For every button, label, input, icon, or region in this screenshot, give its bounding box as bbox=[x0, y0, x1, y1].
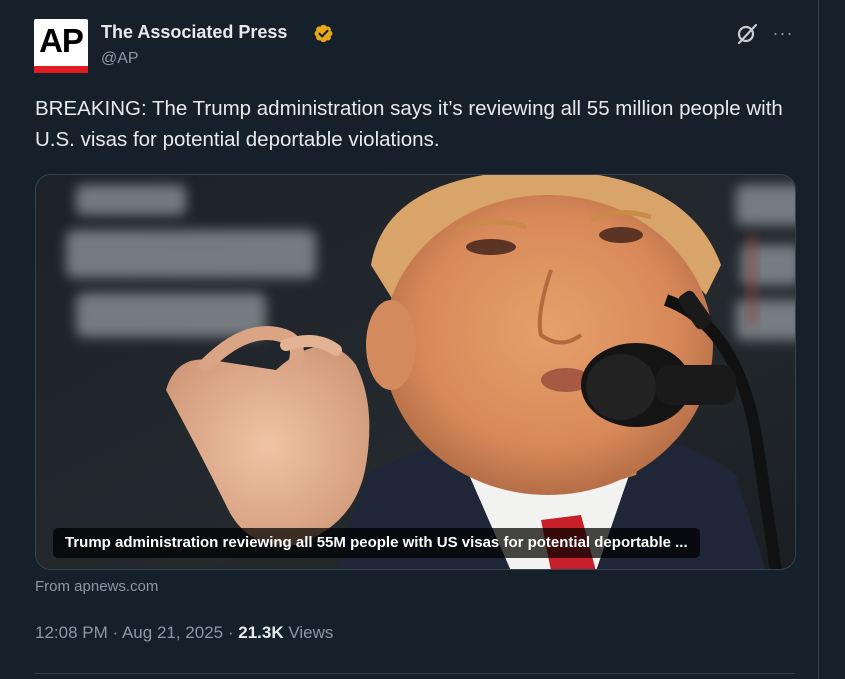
avatar-logo-bar bbox=[34, 66, 88, 73]
views-label: Views bbox=[288, 623, 334, 642]
timeline-border bbox=[818, 0, 819, 679]
tweet-meta: 12:08 PM · Aug 21, 2025 · 21.3K Views bbox=[35, 623, 333, 643]
meta-separator: · bbox=[112, 623, 119, 642]
avatar-logo-text: AP bbox=[39, 22, 84, 59]
link-card-caption[interactable]: Trump administration reviewing all 55M p… bbox=[53, 528, 700, 558]
photo-illustration bbox=[36, 175, 795, 569]
grok-icon[interactable] bbox=[735, 22, 759, 46]
author-handle[interactable]: @AP bbox=[101, 50, 139, 68]
views-count: 21.3K bbox=[238, 623, 284, 642]
link-card-image[interactable]: Trump administration reviewing all 55M p… bbox=[35, 174, 796, 570]
tweet-text: BREAKING: The Trump administration says … bbox=[35, 97, 783, 151]
meta-separator: · bbox=[227, 623, 234, 642]
author-display-name[interactable]: The Associated Press bbox=[101, 22, 287, 43]
tweet-time[interactable]: 12:08 PM bbox=[35, 623, 108, 642]
avatar[interactable]: AP bbox=[34, 19, 88, 73]
link-source[interactable]: From apnews.com bbox=[35, 578, 158, 595]
divider bbox=[35, 673, 795, 674]
more-icon[interactable]: ··· bbox=[772, 22, 794, 46]
tweet-date[interactable]: Aug 21, 2025 bbox=[122, 623, 223, 642]
verified-badge-icon[interactable] bbox=[313, 23, 334, 44]
